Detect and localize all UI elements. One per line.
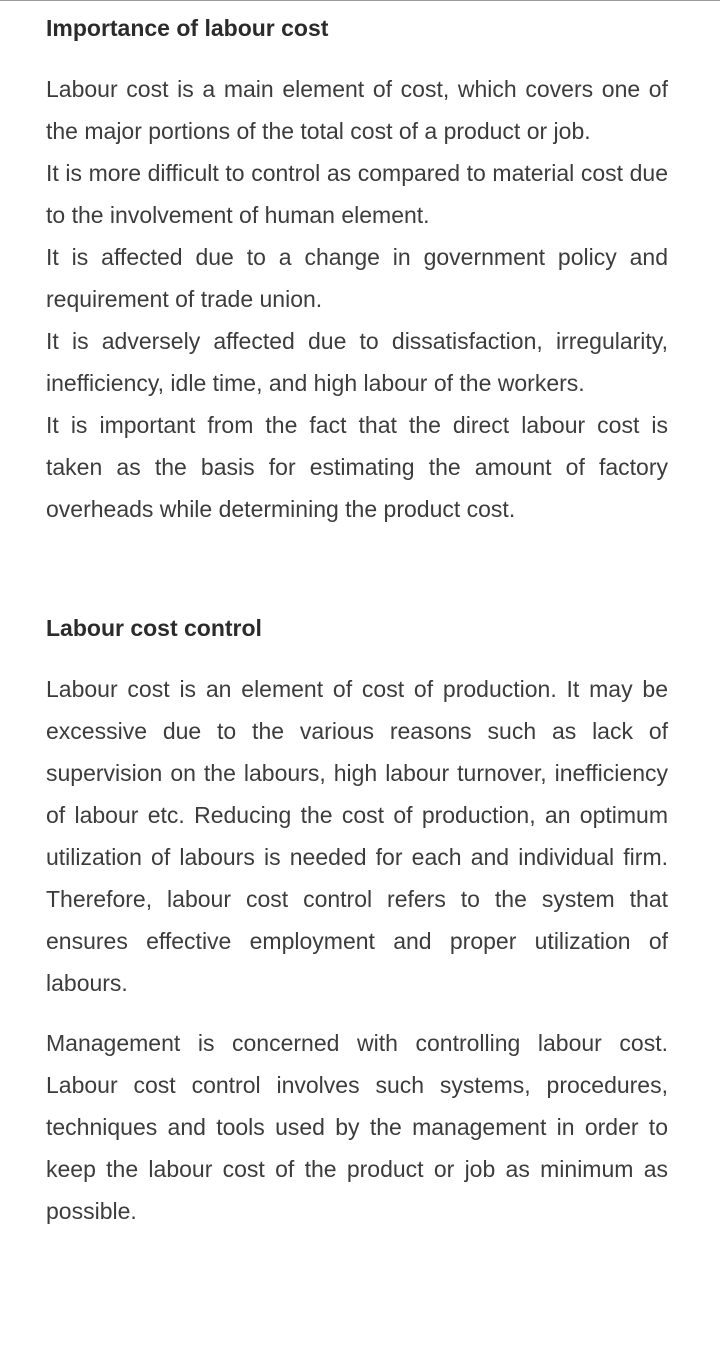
paragraph: It is adversely affected due to dissatis…: [46, 328, 668, 396]
section-importance-of-labour-cost: Importance of labour cost Labour cost is…: [46, 8, 668, 530]
paragraph: It is more difficult to control as compa…: [46, 160, 668, 228]
top-divider: [0, 0, 720, 1]
article-body: Importance of labour cost Labour cost is…: [46, 8, 668, 1232]
section-heading: Labour cost control: [46, 615, 262, 641]
paragraph: Labour cost is a main element of cost, w…: [46, 76, 668, 144]
paragraph: Labour cost is an element of cost of pro…: [46, 676, 668, 996]
paragraph: Management is concerned with controlling…: [46, 1030, 668, 1224]
paragraph-list: Labour cost is an element of cost of pro…: [46, 668, 668, 1232]
paragraph: It is affected due to a change in govern…: [46, 244, 668, 312]
section-heading: Importance of labour cost: [46, 15, 329, 41]
paragraph-list: Labour cost is a main element of cost, w…: [46, 68, 668, 530]
section-labour-cost-control: Labour cost control Labour cost is an el…: [46, 608, 668, 1232]
paragraph: It is important from the fact that the d…: [46, 412, 668, 522]
